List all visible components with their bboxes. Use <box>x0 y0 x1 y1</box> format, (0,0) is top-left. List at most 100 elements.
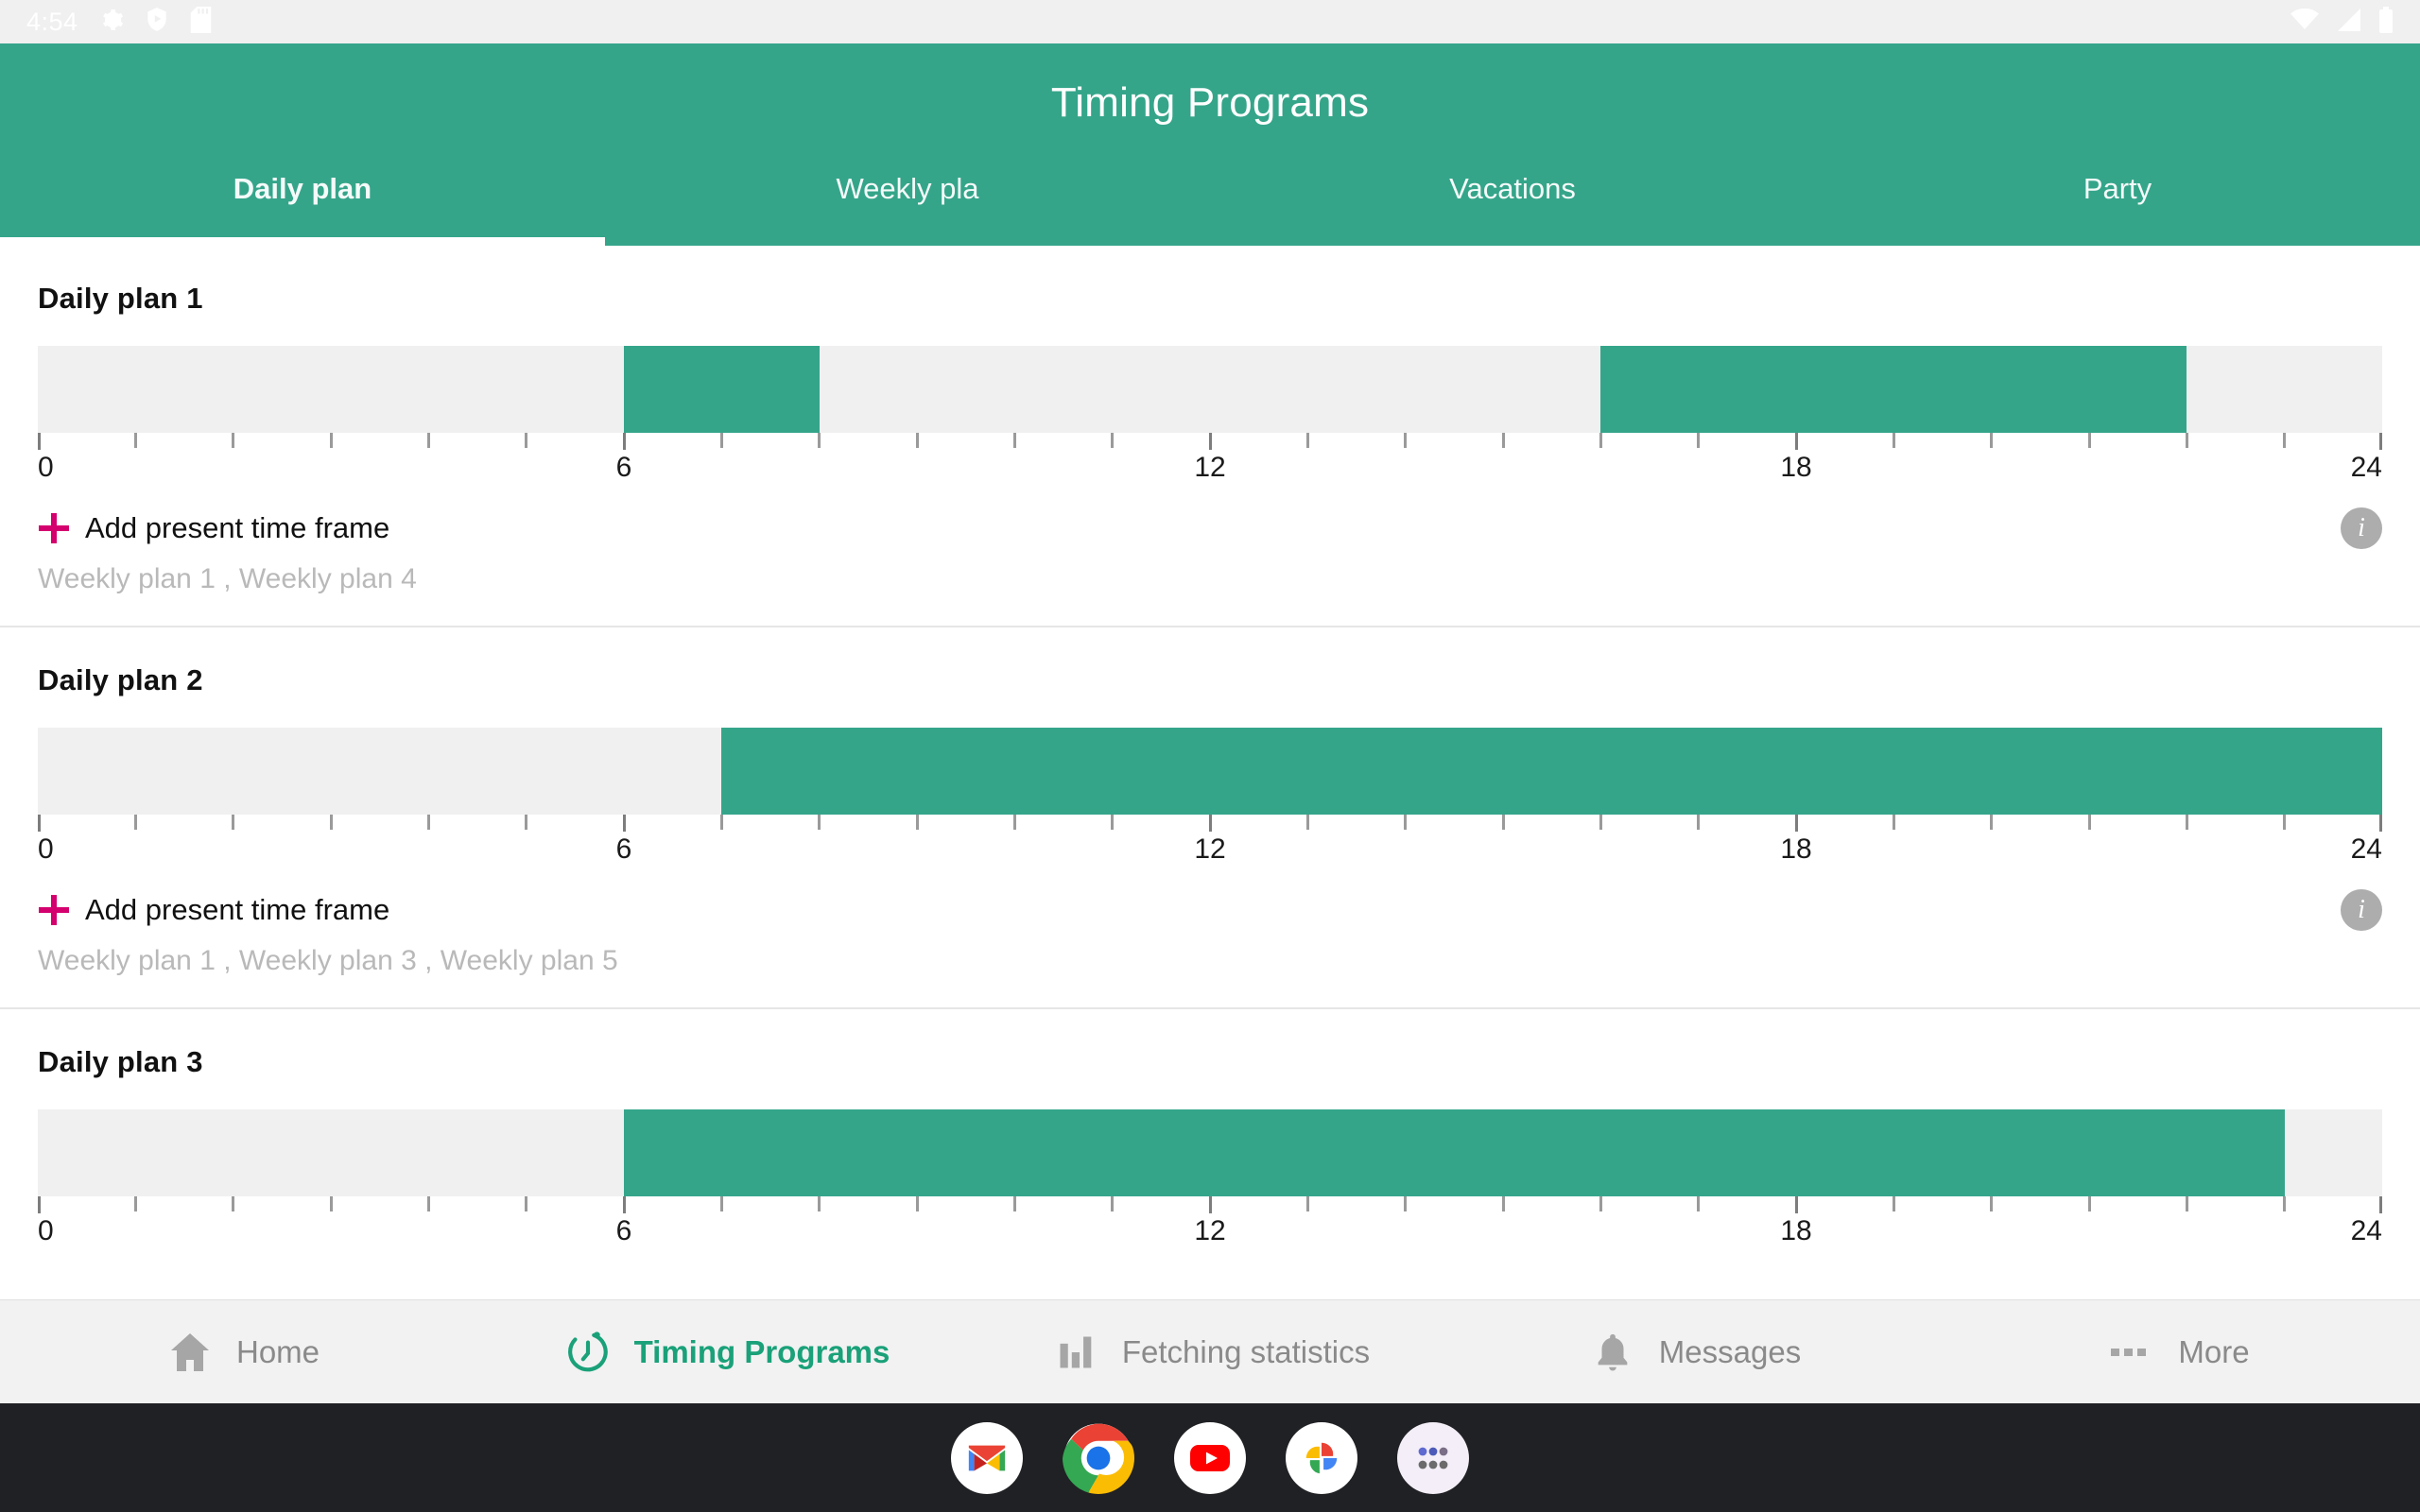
plus-icon <box>38 894 70 926</box>
nav-item-more[interactable]: More <box>1936 1327 2420 1378</box>
status-bar-left: 4:54 <box>26 6 212 38</box>
axis-tick <box>818 433 821 448</box>
app-screen: 4:54 Timing Programs Daily plan Weekly p… <box>0 0 2420 1512</box>
axis-tick <box>1892 1196 1895 1211</box>
bottom-navigation: Home Timing Programs Fetching statistics… <box>0 1299 2420 1403</box>
wifi-icon <box>2290 8 2319 36</box>
axis-tick <box>622 433 626 450</box>
nav-item-label: Timing Programs <box>633 1333 890 1369</box>
axis-tick <box>1208 433 1212 450</box>
tab-label: Party <box>2083 172 2152 205</box>
axis-label: 18 <box>1780 1215 1812 1246</box>
axis-label: 0 <box>38 1215 54 1246</box>
nav-item-timing-programs[interactable]: Timing Programs <box>484 1327 968 1378</box>
nav-item-label: Fetching statistics <box>1121 1333 1371 1369</box>
add-time-frame-row[interactable]: Add present time frame i <box>38 497 2382 559</box>
plan-title: Daily plan 1 <box>38 282 203 315</box>
nav-item-label: Home <box>235 1333 320 1369</box>
time-frame-block[interactable] <box>624 346 820 433</box>
nav-item-label: Messages <box>1658 1333 1802 1369</box>
app-bar: Timing Programs Daily plan Weekly pla Va… <box>0 43 2420 246</box>
axis-tick <box>1111 1196 1115 1211</box>
axis-tick <box>329 433 333 448</box>
plus-icon <box>38 512 70 544</box>
axis-tick <box>1501 1196 1505 1211</box>
time-frame-block[interactable] <box>624 1109 2285 1196</box>
axis-tick <box>525 433 528 448</box>
axis-tick <box>915 1196 919 1211</box>
timeline-track[interactable] <box>38 1109 2382 1196</box>
tab-label: Weekly pla <box>836 172 979 205</box>
axis-label: 12 <box>1194 452 1226 483</box>
axis-tick <box>525 1196 528 1211</box>
axis-tick <box>1990 815 1994 830</box>
app-drawer-icon[interactable] <box>1397 1421 1469 1494</box>
axis-tick <box>232 815 235 830</box>
add-time-frame-label: Add present time frame <box>85 893 390 926</box>
axis-tick <box>1697 433 1701 448</box>
axis-label: 24 <box>2350 1215 2382 1246</box>
axis-label: 0 <box>38 452 54 483</box>
google-photos-icon[interactable] <box>1286 1421 1357 1494</box>
axis-tick <box>2185 1196 2188 1211</box>
axis-label: 24 <box>2350 452 2382 483</box>
chrome-icon[interactable] <box>1063 1422 1134 1494</box>
page-title: Timing Programs <box>1050 79 1370 126</box>
timeline-ticks <box>38 815 2382 832</box>
axis-tick <box>38 815 41 832</box>
time-frame-block[interactable] <box>1600 346 2187 433</box>
plan-subtitle: Weekly plan 1 , Weekly plan 4 <box>38 563 417 594</box>
axis-tick <box>1012 815 1016 830</box>
android-dock <box>0 1403 2420 1512</box>
axis-tick <box>38 1196 41 1213</box>
plan-title: Daily plan 3 <box>38 1045 203 1078</box>
nav-item-label: More <box>2178 1333 2250 1369</box>
timeline-axis-labels: 0 6 12 18 24 <box>38 832 2382 875</box>
axis-tick <box>1404 815 1408 830</box>
tab-daily-plan[interactable]: Daily plan <box>0 159 605 246</box>
axis-tick <box>818 815 821 830</box>
axis-label: 18 <box>1780 833 1812 865</box>
axis-tick <box>1794 433 1798 450</box>
time-frame-block[interactable] <box>721 728 2382 815</box>
tab-party[interactable]: Party <box>1815 159 2420 246</box>
axis-tick <box>329 1196 333 1211</box>
info-icon[interactable]: i <box>2341 507 2382 549</box>
axis-tick <box>1305 1196 1309 1211</box>
axis-label: 6 <box>615 833 632 865</box>
timeline-ticks <box>38 1196 2382 1213</box>
axis-tick <box>38 433 41 450</box>
axis-tick <box>1208 1196 1212 1213</box>
nav-item-fetching-statistics[interactable]: Fetching statistics <box>968 1327 1452 1378</box>
signal-icon <box>2336 8 2361 36</box>
axis-tick <box>1404 1196 1408 1211</box>
plan-card-3: Daily plan 3 0 6 12 18 24 <box>0 1009 2420 1257</box>
tab-weekly-plan[interactable]: Weekly pla <box>605 159 1210 246</box>
axis-tick <box>2379 815 2382 832</box>
add-time-frame-label: Add present time frame <box>85 511 390 544</box>
gmail-icon[interactable] <box>951 1421 1023 1494</box>
axis-tick <box>1892 815 1895 830</box>
timeline-track[interactable] <box>38 346 2382 433</box>
axis-tick <box>1794 1196 1798 1213</box>
axis-tick <box>426 1196 430 1211</box>
axis-tick <box>329 815 333 830</box>
timeline-3[interactable]: 0 6 12 18 24 <box>38 1089 2382 1257</box>
add-time-frame-row[interactable]: Add present time frame i <box>38 879 2382 941</box>
plan-list[interactable]: Daily plan 1 0 6 12 18 24 Add present time f… <box>0 246 2420 1299</box>
axis-label: 12 <box>1194 1215 1226 1246</box>
plan-card-1: Daily plan 1 0 6 12 18 24 Add present time f… <box>0 246 2420 627</box>
plan-subtitle: Weekly plan 1 , Weekly plan 3 , Weekly p… <box>38 945 618 976</box>
more-dots-icon <box>2106 1327 2157 1378</box>
axis-tick <box>1599 815 1602 830</box>
info-icon[interactable]: i <box>2341 889 2382 931</box>
timeline-2[interactable]: 0 6 12 18 24 <box>38 707 2382 875</box>
timeline-track[interactable] <box>38 728 2382 815</box>
axis-tick <box>1599 1196 1602 1211</box>
timeline-1[interactable]: 0 6 12 18 24 <box>38 325 2382 493</box>
youtube-icon[interactable] <box>1174 1421 1246 1494</box>
nav-item-messages[interactable]: Messages <box>1452 1327 1936 1378</box>
axis-tick <box>915 433 919 448</box>
nav-item-home[interactable]: Home <box>0 1327 484 1378</box>
tab-vacations[interactable]: Vacations <box>1210 159 1815 246</box>
